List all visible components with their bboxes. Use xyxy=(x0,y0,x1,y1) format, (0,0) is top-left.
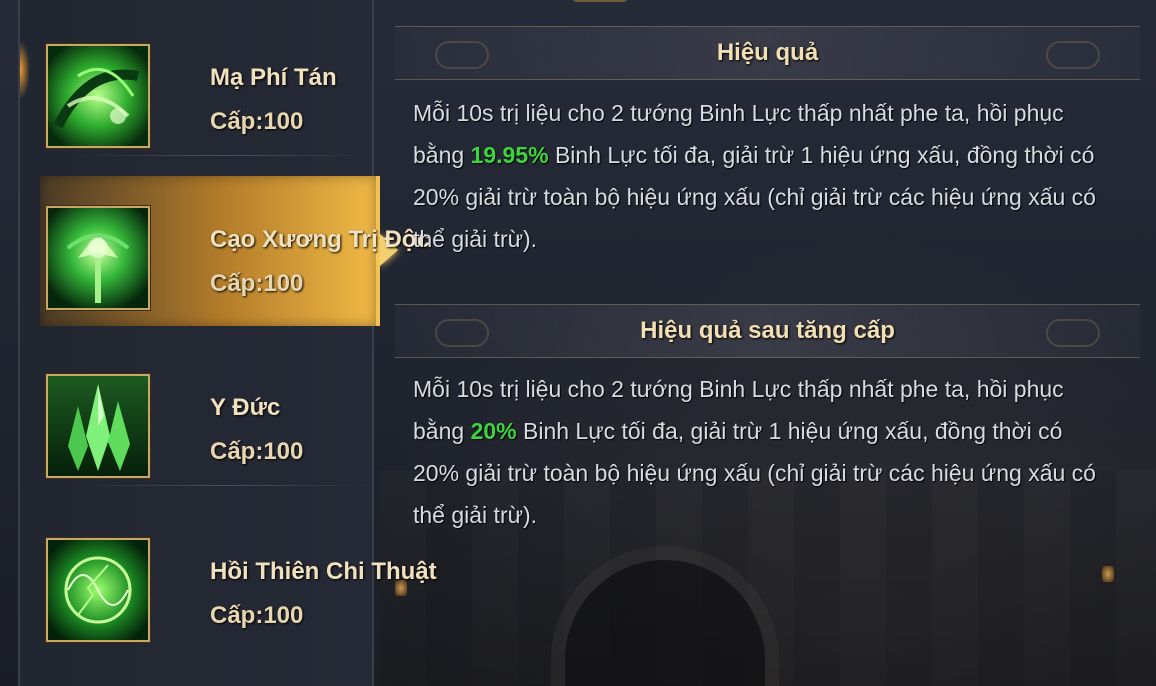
skill-list-panel: Mạ Phí Tán Cấp:100 Cạo Xương Trị Độc Cấp… xyxy=(18,0,437,686)
upgrade-effect-description: Mỗi 10s trị liệu cho 2 tướng Binh Lực th… xyxy=(413,368,1103,536)
skill-item-y-duc[interactable]: Y Đức Cấp:100 xyxy=(40,336,376,486)
effect-value: 19.95% xyxy=(470,142,549,168)
edge-glow xyxy=(20,40,30,100)
effect-description: Mỗi 10s trị liệu cho 2 tướng Binh Lực th… xyxy=(413,92,1103,260)
skill-item-ma-phi-tan[interactable]: Mạ Phí Tán Cấp:100 xyxy=(40,6,376,156)
skill-level: Cấp:100 xyxy=(210,108,304,135)
green-crystal-icon xyxy=(46,374,150,478)
skill-item-cao-xuong-tri-doc[interactable]: Cạo Xương Trị Độc Cấp:100 xyxy=(40,168,430,326)
skill-level: Cấp:100 xyxy=(210,270,304,297)
skill-name: Mạ Phí Tán xyxy=(210,64,337,91)
divider xyxy=(70,155,376,156)
effect-title: Hiệu quả xyxy=(716,39,819,66)
upgrade-effect-header: Hiệu quả sau tăng cấp xyxy=(395,304,1140,358)
green-swirl-icon xyxy=(46,44,150,148)
skill-name: Y Đức xyxy=(210,394,281,421)
skill-detail-screen: Mạ Phí Tán Cấp:100 Cạo Xương Trị Độc Cấp… xyxy=(0,0,1156,686)
skill-level: Cấp:100 xyxy=(210,602,304,629)
upgrade-effect-title: Hiệu quả sau tăng cấp xyxy=(640,317,895,344)
green-herb-icon xyxy=(46,206,150,310)
effect-header: Hiệu quả xyxy=(395,26,1140,80)
skill-detail-panel: Hiệu quả Mỗi 10s trị liệu cho 2 tướng Bi… xyxy=(395,22,1140,686)
skill-level: Cấp:100 xyxy=(210,438,304,465)
divider xyxy=(70,485,376,486)
green-energy-icon xyxy=(46,538,150,642)
skill-item-hoi-thien-chi-thuat[interactable]: Hồi Thiên Chi Thuật Cấp:100 xyxy=(40,500,437,650)
top-ornament xyxy=(570,0,630,2)
upgrade-value: 20% xyxy=(470,418,517,444)
